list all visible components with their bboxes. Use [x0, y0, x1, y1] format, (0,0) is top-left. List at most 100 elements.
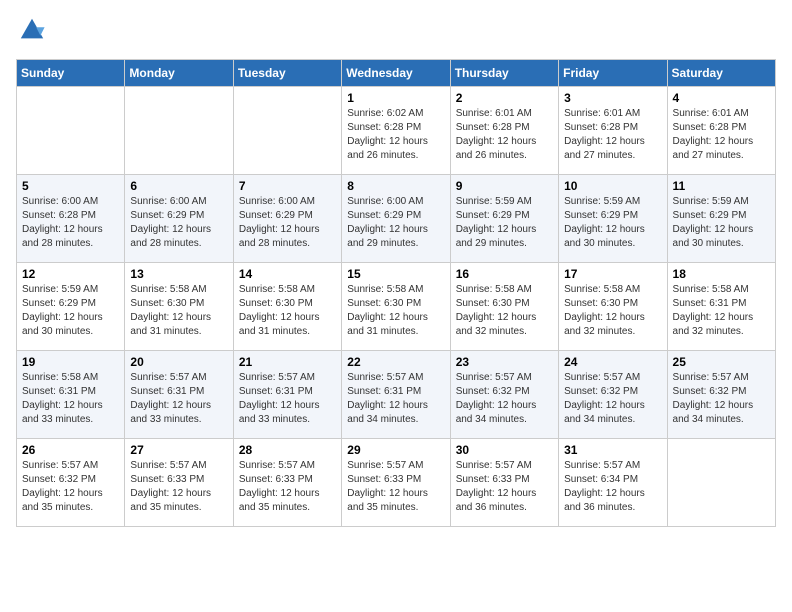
- day-header-friday: Friday: [559, 60, 667, 87]
- day-number: 21: [239, 355, 336, 369]
- day-header-saturday: Saturday: [667, 60, 775, 87]
- day-info: Sunrise: 5:58 AM Sunset: 6:31 PM Dayligh…: [673, 283, 770, 339]
- day-info: Sunrise: 5:57 AM Sunset: 6:31 PM Dayligh…: [347, 371, 444, 427]
- day-header-monday: Monday: [125, 60, 233, 87]
- day-number: 4: [673, 91, 770, 105]
- calendar-week-row: 12 Sunrise: 5:59 AM Sunset: 6:29 PM Dayli…: [17, 263, 776, 351]
- day-info: Sunrise: 5:58 AM Sunset: 6:30 PM Dayligh…: [130, 283, 227, 339]
- day-info: Sunrise: 5:59 AM Sunset: 6:29 PM Dayligh…: [673, 195, 770, 251]
- calendar-week-row: 5 Sunrise: 6:00 AM Sunset: 6:28 PM Daylig…: [17, 175, 776, 263]
- calendar-week-row: 26 Sunrise: 5:57 AM Sunset: 6:32 PM Dayli…: [17, 439, 776, 527]
- day-info: Sunrise: 5:58 AM Sunset: 6:31 PM Dayligh…: [22, 371, 119, 427]
- day-info: Sunrise: 5:58 AM Sunset: 6:30 PM Dayligh…: [564, 283, 661, 339]
- day-number: 7: [239, 179, 336, 193]
- day-number: 22: [347, 355, 444, 369]
- day-info: Sunrise: 5:59 AM Sunset: 6:29 PM Dayligh…: [456, 195, 553, 251]
- day-number: 27: [130, 443, 227, 457]
- calendar-header-row: SundayMondayTuesdayWednesdayThursdayFrid…: [17, 60, 776, 87]
- day-number: 12: [22, 267, 119, 281]
- day-number: 28: [239, 443, 336, 457]
- day-number: 5: [22, 179, 119, 193]
- day-info: Sunrise: 6:02 AM Sunset: 6:28 PM Dayligh…: [347, 107, 444, 163]
- day-number: 17: [564, 267, 661, 281]
- calendar-cell: 22 Sunrise: 5:57 AM Sunset: 6:31 PM Dayli…: [342, 351, 450, 439]
- logo-icon: [18, 16, 46, 44]
- calendar-cell: 3 Sunrise: 6:01 AM Sunset: 6:28 PM Daylig…: [559, 87, 667, 175]
- day-info: Sunrise: 5:57 AM Sunset: 6:31 PM Dayligh…: [130, 371, 227, 427]
- calendar-cell: 16 Sunrise: 5:58 AM Sunset: 6:30 PM Dayli…: [450, 263, 558, 351]
- day-number: 10: [564, 179, 661, 193]
- calendar-cell: [667, 439, 775, 527]
- day-info: Sunrise: 6:00 AM Sunset: 6:29 PM Dayligh…: [347, 195, 444, 251]
- calendar-cell: 12 Sunrise: 5:59 AM Sunset: 6:29 PM Dayli…: [17, 263, 125, 351]
- calendar-cell: 31 Sunrise: 5:57 AM Sunset: 6:34 PM Dayli…: [559, 439, 667, 527]
- calendar-cell: 11 Sunrise: 5:59 AM Sunset: 6:29 PM Dayli…: [667, 175, 775, 263]
- calendar-cell: 4 Sunrise: 6:01 AM Sunset: 6:28 PM Daylig…: [667, 87, 775, 175]
- day-info: Sunrise: 5:58 AM Sunset: 6:30 PM Dayligh…: [239, 283, 336, 339]
- day-header-tuesday: Tuesday: [233, 60, 341, 87]
- day-number: 14: [239, 267, 336, 281]
- day-number: 19: [22, 355, 119, 369]
- calendar-cell: [233, 87, 341, 175]
- day-info: Sunrise: 5:58 AM Sunset: 6:30 PM Dayligh…: [347, 283, 444, 339]
- day-number: 2: [456, 91, 553, 105]
- day-number: 18: [673, 267, 770, 281]
- day-info: Sunrise: 5:57 AM Sunset: 6:32 PM Dayligh…: [673, 371, 770, 427]
- calendar-cell: 18 Sunrise: 5:58 AM Sunset: 6:31 PM Dayli…: [667, 263, 775, 351]
- day-info: Sunrise: 6:00 AM Sunset: 6:28 PM Dayligh…: [22, 195, 119, 251]
- calendar-cell: 20Sunrise: 5:57 AM Sunset: 6:31 PM Dayli…: [125, 351, 233, 439]
- day-info: Sunrise: 6:00 AM Sunset: 6:29 PM Dayligh…: [239, 195, 336, 251]
- day-info: Sunrise: 6:00 AM Sunset: 6:29 PM Dayligh…: [130, 195, 227, 251]
- calendar-cell: [125, 87, 233, 175]
- day-info: Sunrise: 5:57 AM Sunset: 6:34 PM Dayligh…: [564, 459, 661, 515]
- calendar-cell: 7 Sunrise: 6:00 AM Sunset: 6:29 PM Daylig…: [233, 175, 341, 263]
- day-header-sunday: Sunday: [17, 60, 125, 87]
- day-number: 16: [456, 267, 553, 281]
- day-number: 24: [564, 355, 661, 369]
- day-number: 25: [673, 355, 770, 369]
- day-info: Sunrise: 5:57 AM Sunset: 6:33 PM Dayligh…: [130, 459, 227, 515]
- calendar-week-row: 1Sunrise: 6:02 AM Sunset: 6:28 PM Daylig…: [17, 87, 776, 175]
- day-number: 15: [347, 267, 444, 281]
- day-info: Sunrise: 5:59 AM Sunset: 6:29 PM Dayligh…: [22, 283, 119, 339]
- day-number: 31: [564, 443, 661, 457]
- calendar-cell: 21 Sunrise: 5:57 AM Sunset: 6:31 PM Dayli…: [233, 351, 341, 439]
- calendar-cell: 27 Sunrise: 5:57 AM Sunset: 6:33 PM Dayli…: [125, 439, 233, 527]
- day-info: Sunrise: 5:57 AM Sunset: 6:32 PM Dayligh…: [564, 371, 661, 427]
- calendar-week-row: 19 Sunrise: 5:58 AM Sunset: 6:31 PM Dayli…: [17, 351, 776, 439]
- day-info: Sunrise: 5:57 AM Sunset: 6:32 PM Dayligh…: [22, 459, 119, 515]
- day-number: 3: [564, 91, 661, 105]
- calendar-cell: 15 Sunrise: 5:58 AM Sunset: 6:30 PM Dayli…: [342, 263, 450, 351]
- calendar-cell: 13Sunrise: 5:58 AM Sunset: 6:30 PM Dayli…: [125, 263, 233, 351]
- calendar-cell: 14 Sunrise: 5:58 AM Sunset: 6:30 PM Dayli…: [233, 263, 341, 351]
- day-number: 26: [22, 443, 119, 457]
- page-header: [16, 16, 776, 49]
- calendar-cell: 17 Sunrise: 5:58 AM Sunset: 6:30 PM Dayli…: [559, 263, 667, 351]
- logo: [16, 16, 48, 49]
- day-header-thursday: Thursday: [450, 60, 558, 87]
- day-number: 11: [673, 179, 770, 193]
- day-info: Sunrise: 5:57 AM Sunset: 6:32 PM Dayligh…: [456, 371, 553, 427]
- calendar-cell: 8Sunrise: 6:00 AM Sunset: 6:29 PM Daylig…: [342, 175, 450, 263]
- day-number: 29: [347, 443, 444, 457]
- calendar-cell: 5 Sunrise: 6:00 AM Sunset: 6:28 PM Daylig…: [17, 175, 125, 263]
- calendar-cell: 1Sunrise: 6:02 AM Sunset: 6:28 PM Daylig…: [342, 87, 450, 175]
- day-info: Sunrise: 5:58 AM Sunset: 6:30 PM Dayligh…: [456, 283, 553, 339]
- day-info: Sunrise: 5:57 AM Sunset: 6:33 PM Dayligh…: [456, 459, 553, 515]
- calendar-cell: 6 Sunrise: 6:00 AM Sunset: 6:29 PM Daylig…: [125, 175, 233, 263]
- calendar-cell: 23Sunrise: 5:57 AM Sunset: 6:32 PM Dayli…: [450, 351, 558, 439]
- day-info: Sunrise: 6:01 AM Sunset: 6:28 PM Dayligh…: [673, 107, 770, 163]
- day-info: Sunrise: 6:01 AM Sunset: 6:28 PM Dayligh…: [564, 107, 661, 163]
- day-info: Sunrise: 5:57 AM Sunset: 6:33 PM Dayligh…: [347, 459, 444, 515]
- calendar-cell: 19 Sunrise: 5:58 AM Sunset: 6:31 PM Dayli…: [17, 351, 125, 439]
- calendar-cell: 24 Sunrise: 5:57 AM Sunset: 6:32 PM Dayli…: [559, 351, 667, 439]
- day-info: Sunrise: 6:01 AM Sunset: 6:28 PM Dayligh…: [456, 107, 553, 163]
- day-header-wednesday: Wednesday: [342, 60, 450, 87]
- day-number: 6: [130, 179, 227, 193]
- calendar-cell: 9Sunrise: 5:59 AM Sunset: 6:29 PM Daylig…: [450, 175, 558, 263]
- calendar-cell: 25 Sunrise: 5:57 AM Sunset: 6:32 PM Dayli…: [667, 351, 775, 439]
- day-info: Sunrise: 5:57 AM Sunset: 6:31 PM Dayligh…: [239, 371, 336, 427]
- calendar-cell: [17, 87, 125, 175]
- calendar-cell: 10Sunrise: 5:59 AM Sunset: 6:29 PM Dayli…: [559, 175, 667, 263]
- calendar-table: SundayMondayTuesdayWednesdayThursdayFrid…: [16, 59, 776, 527]
